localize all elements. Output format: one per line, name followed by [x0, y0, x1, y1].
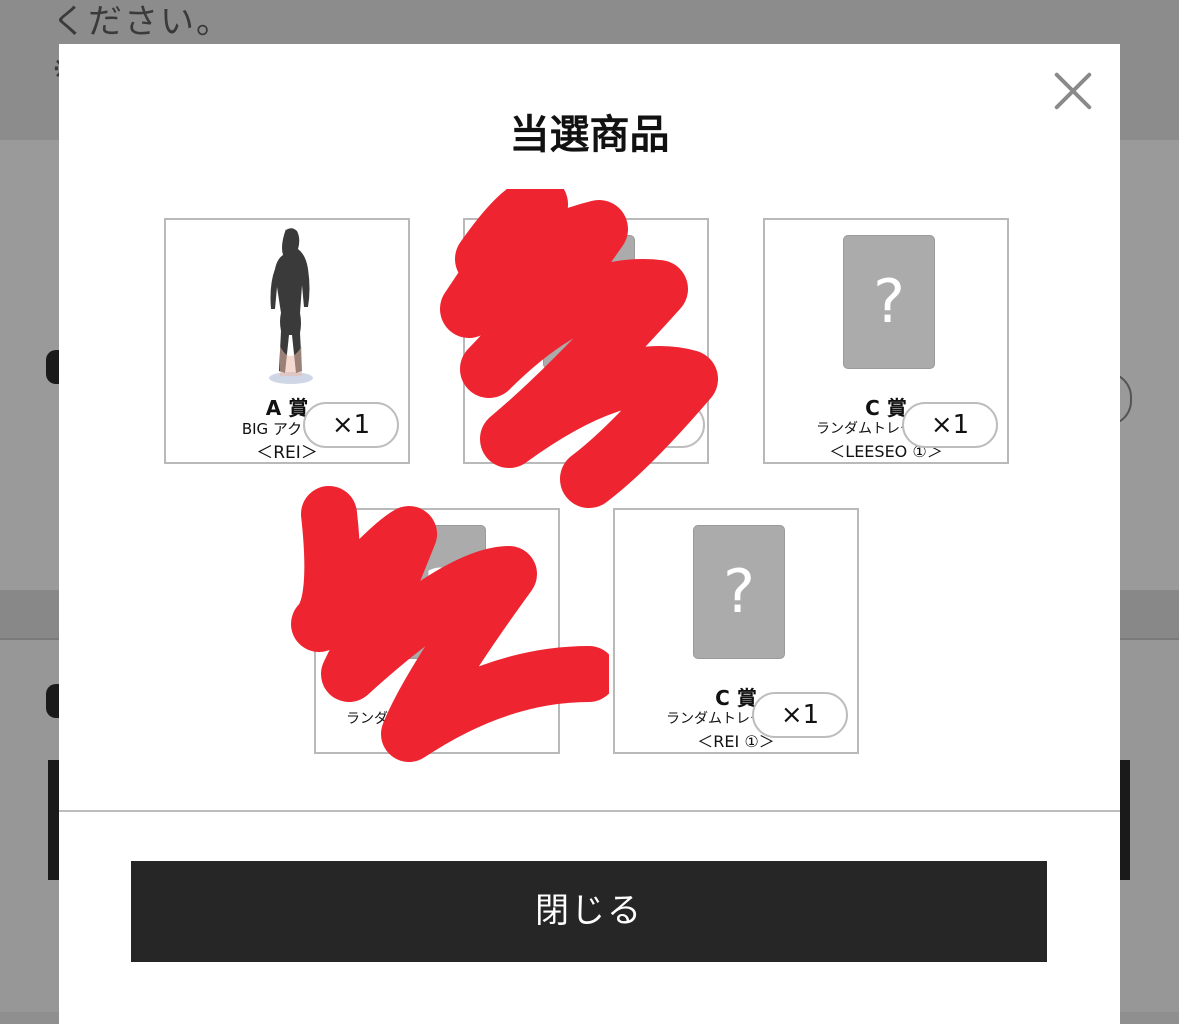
prize-result-modal: 当選商品 A 賞 BIG アクリル ＜REI＞ ×1 ? ＜GAE ? C 賞 …: [59, 44, 1120, 1024]
prize-card: ? C 賞 ランダムトレーデ ＜LEESEO ①＞ ×1: [763, 218, 1009, 464]
modal-title: 当選商品: [509, 112, 670, 158]
close-button[interactable]: 閉じる: [131, 861, 1047, 962]
prize-card: A 賞 BIG アクリル ＜REI＞ ×1: [164, 218, 410, 464]
background-instruction-text: ください。: [52, 2, 232, 42]
quantity-badge: ×1: [902, 402, 998, 448]
question-mark-icon: ?: [693, 525, 785, 659]
quantity-badge: ×1: [752, 692, 848, 738]
figure-silhouette-icon: [269, 228, 313, 384]
quantity-badge: ×1: [303, 402, 399, 448]
prize-card: ? C 賞 ランダムトレーデ ＜REI ①＞ ×1: [613, 508, 859, 754]
redaction-scribble: [291, 486, 609, 762]
question-mark-icon: ?: [843, 235, 935, 369]
redaction-scribble: [440, 189, 718, 508]
modal-divider: [59, 810, 1120, 812]
